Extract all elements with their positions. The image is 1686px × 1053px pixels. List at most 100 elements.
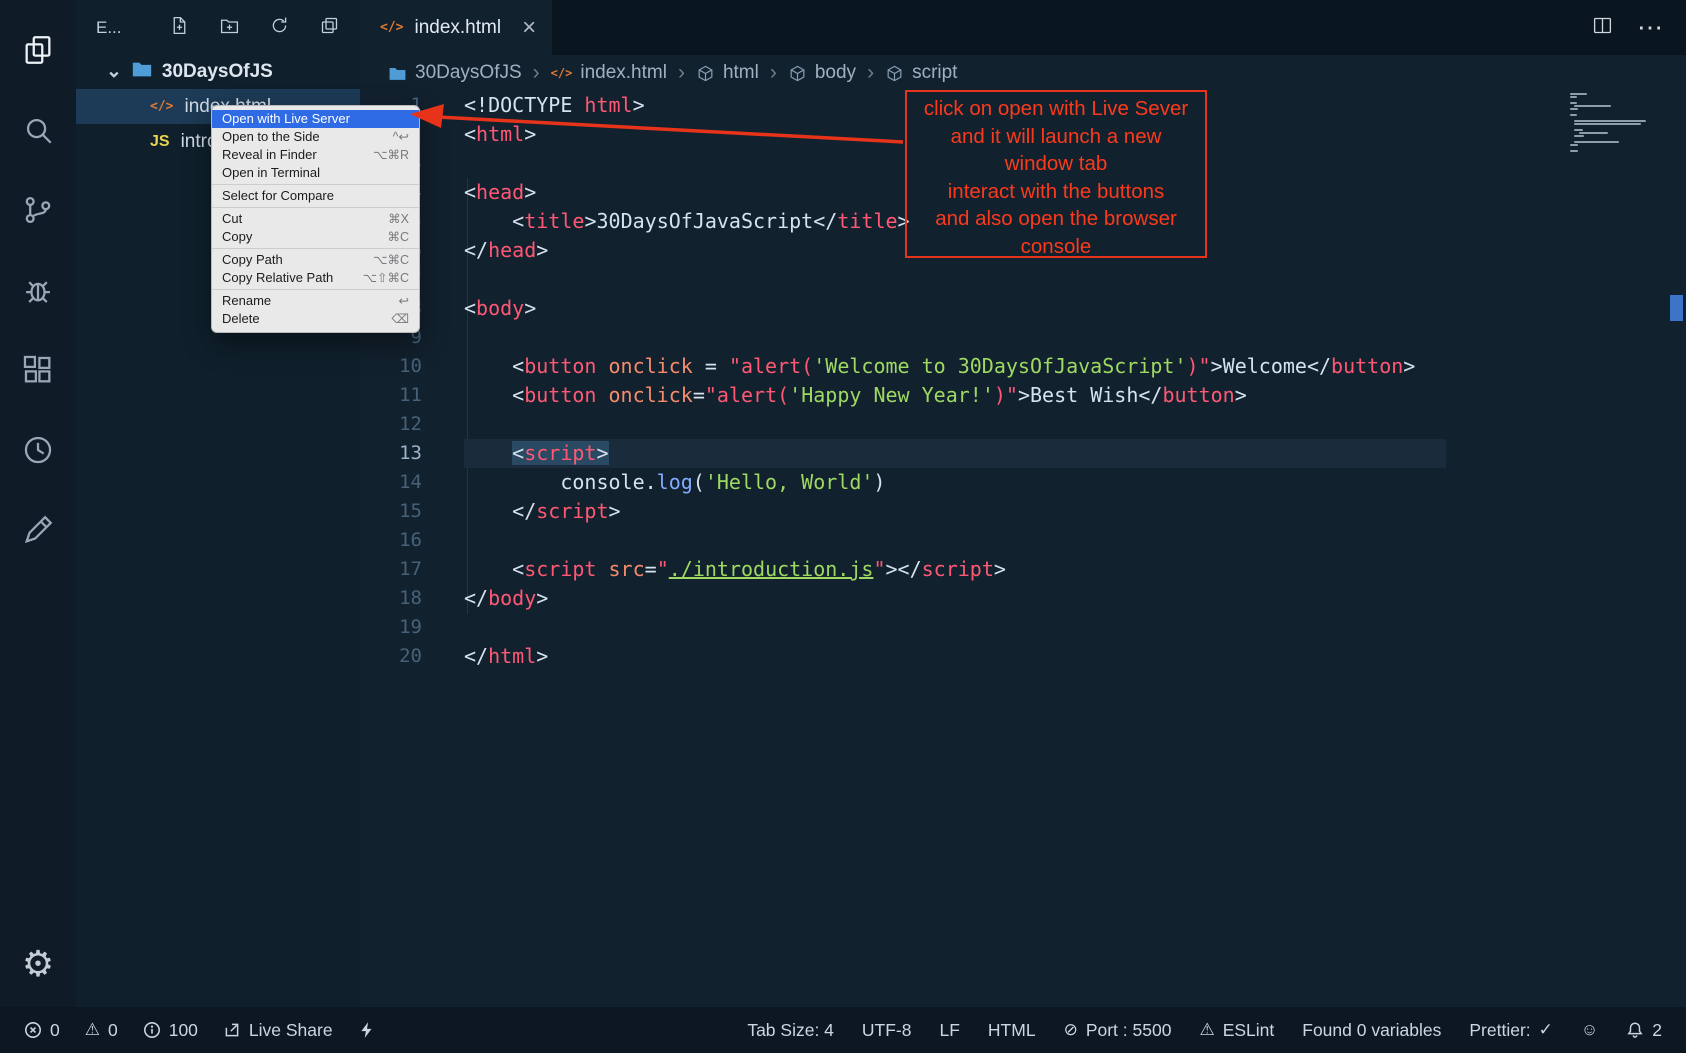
warning-icon: ⚠ bbox=[85, 1021, 100, 1039]
status-item-port-5500[interactable]: ⊘Port : 5500 bbox=[1064, 1020, 1172, 1041]
refresh-icon[interactable] bbox=[269, 15, 290, 41]
menu-item-shortcut: ⌥⌘R bbox=[373, 146, 409, 164]
status-item-found-0-variables[interactable]: Found 0 variables bbox=[1302, 1020, 1441, 1041]
code-line-15[interactable]: 15 </script> bbox=[360, 497, 1686, 526]
status-item-label: 0 bbox=[108, 1020, 118, 1041]
menu-item-delete[interactable]: Delete⌫ bbox=[212, 310, 419, 328]
annotation-line: window tab bbox=[907, 150, 1205, 178]
new-file-icon[interactable] bbox=[169, 15, 190, 41]
source-control-icon[interactable] bbox=[0, 170, 76, 250]
code-line-19[interactable]: 19 bbox=[360, 613, 1686, 642]
menu-item-select-for-compare[interactable]: Select for Compare bbox=[212, 187, 419, 205]
history-icon[interactable] bbox=[0, 410, 76, 490]
breadcrumb-item-script[interactable]: script bbox=[885, 62, 957, 84]
menu-item-cut[interactable]: Cut⌘X bbox=[212, 210, 419, 228]
menu-item-rename[interactable]: Rename↩ bbox=[212, 292, 419, 310]
breadcrumb-item-body[interactable]: body bbox=[788, 62, 856, 84]
breadcrumb-item-html[interactable]: html bbox=[696, 62, 759, 84]
breadcrumb-item-index-html[interactable]: </>index.html bbox=[551, 62, 667, 84]
menu-item-open-to-the-side[interactable]: Open to the Side^↩ bbox=[212, 128, 419, 146]
code-line-18[interactable]: 18</body> bbox=[360, 584, 1686, 613]
menu-separator bbox=[212, 248, 419, 249]
feedback-pen-icon[interactable] bbox=[0, 490, 76, 570]
code-line-20[interactable]: 20</html> bbox=[360, 642, 1686, 671]
code-line-11[interactable]: 11 <button onclick="alert('Happy New Yea… bbox=[360, 381, 1686, 410]
menu-item-copy-path[interactable]: Copy Path ⌥⌘C bbox=[212, 251, 419, 269]
breadcrumb-separator: › bbox=[867, 61, 874, 85]
tab-index-html[interactable]: </> index.html × bbox=[360, 0, 552, 55]
status-item-0[interactable]: 0 bbox=[24, 1020, 60, 1041]
folder-icon bbox=[131, 58, 153, 86]
settings-gear-icon[interactable]: ⚙ bbox=[0, 929, 76, 999]
status-item-label: Tab Size: 4 bbox=[747, 1020, 834, 1041]
tab-label: index.html bbox=[414, 17, 501, 39]
explorer-icon[interactable] bbox=[0, 10, 76, 90]
annotation-line: interact with the buttons bbox=[907, 178, 1205, 206]
error-icon bbox=[24, 1021, 42, 1039]
line-number: 16 bbox=[360, 526, 422, 555]
annotation-box: click on open with Live Severand it will… bbox=[905, 90, 1207, 258]
code-line-10[interactable]: 10 <button onclick = "alert('Welcome to … bbox=[360, 352, 1686, 381]
status-item-0[interactable]: ⚠0 bbox=[85, 1020, 118, 1041]
menu-item-shortcut: ⌥⇧⌘C bbox=[363, 269, 409, 287]
code-line-17[interactable]: 17 <script src="./introduction.js"></scr… bbox=[360, 555, 1686, 584]
collapse-folders-icon[interactable] bbox=[319, 15, 340, 41]
folder-icon bbox=[388, 64, 407, 83]
code-text: </script> bbox=[464, 497, 1686, 526]
menu-item-shortcut: ⌥⌘C bbox=[373, 251, 409, 269]
smiley-icon: ☺ bbox=[1581, 1021, 1598, 1039]
chevron-down-icon: ⌄ bbox=[106, 67, 122, 77]
code-line-12[interactable]: 12 bbox=[360, 410, 1686, 439]
code-text: <script> bbox=[464, 439, 1686, 468]
menu-item-copy-relative-path[interactable]: Copy Relative Path⌥⇧⌘C bbox=[212, 269, 419, 287]
menu-item-open-in-terminal[interactable]: Open in Terminal bbox=[212, 164, 419, 182]
code-line-7[interactable]: 7 bbox=[360, 265, 1686, 294]
status-item-eslint[interactable]: ⚠ESLint bbox=[1199, 1020, 1274, 1041]
vscode-window: ⚙ E... ⌄ 30DaysOfJS </> index.html JS in… bbox=[0, 0, 1686, 1053]
status-item-tab-size-4[interactable]: Tab Size: 4 bbox=[747, 1020, 834, 1041]
breadcrumb-separator: › bbox=[678, 61, 685, 85]
status-item-smiley[interactable]: ☺ bbox=[1581, 1021, 1598, 1039]
new-folder-icon[interactable] bbox=[219, 15, 240, 41]
status-item-utf-8[interactable]: UTF-8 bbox=[862, 1020, 912, 1041]
close-tab-icon[interactable]: × bbox=[522, 18, 536, 38]
status-item-html[interactable]: HTML bbox=[988, 1020, 1036, 1041]
status-item-label: 100 bbox=[169, 1020, 198, 1041]
code-text: <button onclick = "alert('Welcome to 30D… bbox=[464, 352, 1686, 381]
code-line-16[interactable]: 16 bbox=[360, 526, 1686, 555]
status-left: 0⚠0100Live Share bbox=[24, 1020, 376, 1041]
code-line-8[interactable]: 8<body> bbox=[360, 294, 1686, 323]
explorer-title: E... bbox=[96, 18, 122, 38]
menu-item-label: Delete bbox=[222, 310, 260, 328]
status-item-prettier[interactable]: Prettier:✓ bbox=[1469, 1020, 1553, 1041]
menu-item-shortcut: ⌘X bbox=[388, 210, 409, 228]
explorer-header: E... bbox=[76, 0, 360, 55]
status-item-label: 2 bbox=[1652, 1020, 1662, 1041]
menu-item-label: Open in Terminal bbox=[222, 164, 320, 182]
status-item-100[interactable]: 100 bbox=[143, 1020, 198, 1041]
code-line-9[interactable]: 9 bbox=[360, 323, 1686, 352]
more-actions-icon[interactable]: ⋯ bbox=[1637, 12, 1664, 43]
status-item-label: UTF-8 bbox=[862, 1020, 912, 1041]
menu-item-open-with-live-server[interactable]: Open with Live Server bbox=[212, 110, 419, 128]
html-icon: </> bbox=[551, 66, 573, 80]
run-debug-icon[interactable] bbox=[0, 250, 76, 330]
code-line-13[interactable]: 13 <script> bbox=[360, 439, 1686, 468]
extensions-icon[interactable] bbox=[0, 330, 76, 410]
split-editor-icon[interactable] bbox=[1592, 15, 1613, 41]
breadcrumb-item-30daysofjs[interactable]: 30DaysOfJS bbox=[388, 62, 522, 84]
code-line-14[interactable]: 14 console.log('Hello, World') bbox=[360, 468, 1686, 497]
annotation-line: and also open the browser bbox=[907, 205, 1205, 233]
status-item-live-share[interactable]: Live Share bbox=[223, 1020, 333, 1041]
menu-item-label: Copy Path bbox=[222, 251, 283, 269]
search-icon[interactable] bbox=[0, 90, 76, 170]
html-file-icon: </> bbox=[380, 20, 403, 35]
menu-item-copy[interactable]: Copy⌘C bbox=[212, 228, 419, 246]
lightning-icon bbox=[358, 1021, 376, 1039]
status-item-lightning[interactable] bbox=[358, 1021, 376, 1039]
folder-item-30daysofjs[interactable]: ⌄ 30DaysOfJS bbox=[76, 55, 360, 89]
status-item-2[interactable]: 2 bbox=[1626, 1020, 1662, 1041]
warning-icon: ⚠ bbox=[1199, 1021, 1214, 1039]
status-item-lf[interactable]: LF bbox=[939, 1020, 959, 1041]
menu-item-reveal-in-finder[interactable]: Reveal in Finder⌥⌘R bbox=[212, 146, 419, 164]
